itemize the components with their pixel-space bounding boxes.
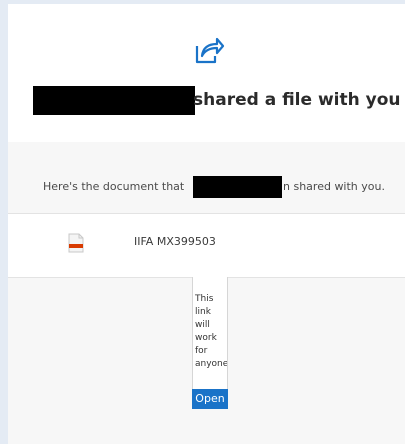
redacted-sender xyxy=(193,176,282,198)
redacted-sender-name xyxy=(33,86,195,115)
file-name[interactable]: IIFA MX399503 xyxy=(134,234,216,250)
headline: shared a file with you xyxy=(193,90,401,110)
email-header: shared a file with you xyxy=(8,4,405,142)
message-suffix: n shared with you. xyxy=(283,180,385,193)
share-message: Here's the document that n shared with y… xyxy=(43,176,388,198)
link-note: This link will work for anyone. xyxy=(192,277,228,389)
open-button[interactable]: Open xyxy=(192,389,228,409)
share-icon xyxy=(195,37,225,64)
pdf-file-icon xyxy=(68,233,84,253)
email-card: shared a file with you Here's the docume… xyxy=(8,4,405,444)
shared-file-row[interactable]: IIFA MX399503 xyxy=(8,213,405,278)
message-prefix: Here's the document that xyxy=(43,180,185,193)
